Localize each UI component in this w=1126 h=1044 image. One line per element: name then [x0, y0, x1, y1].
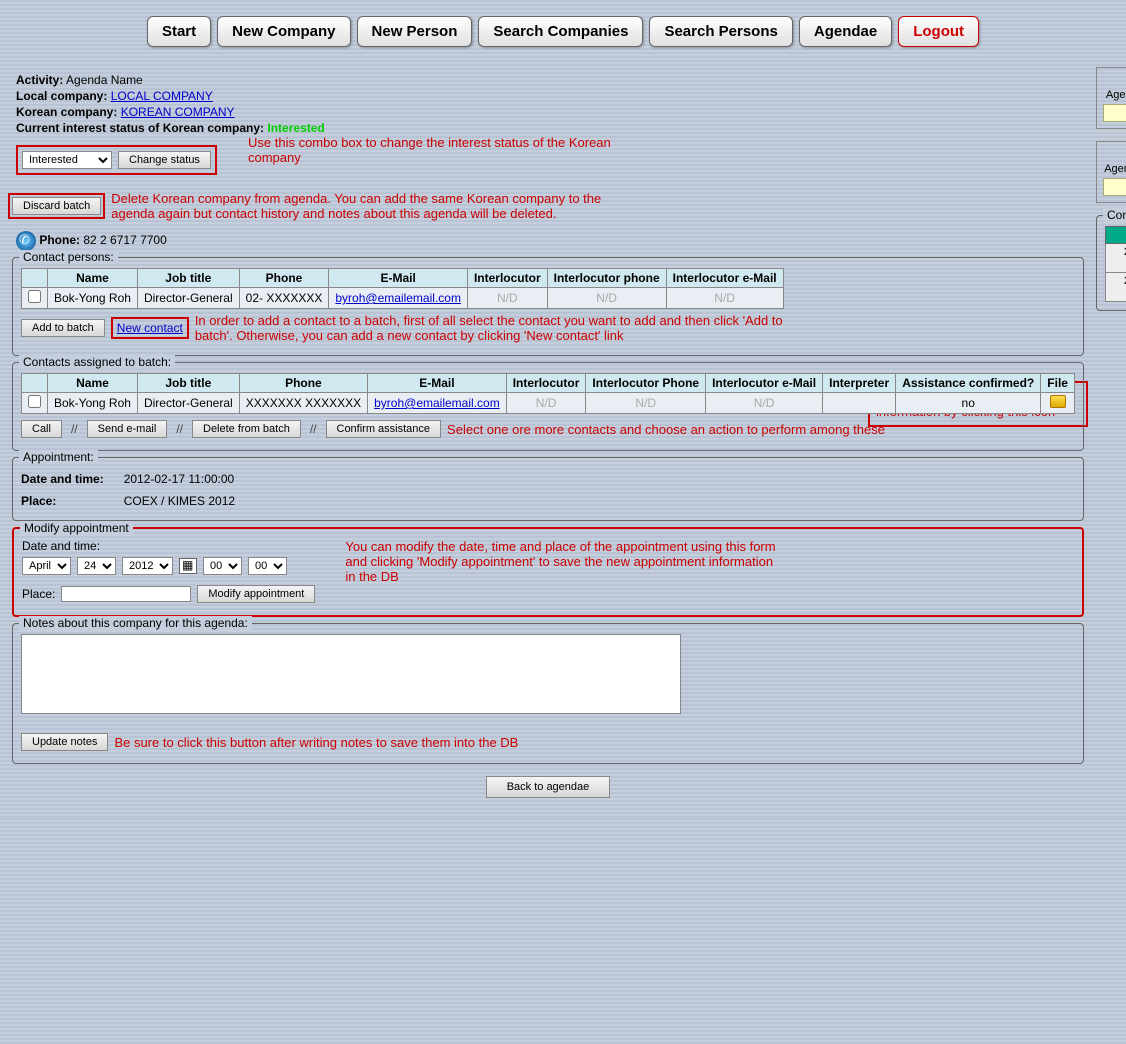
table-header-row: NameJob title PhoneE-Mail InterlocutorIn… [22, 269, 784, 288]
call-button[interactable]: Call [21, 420, 62, 438]
korean-company-link[interactable]: KOREAN COMPANY [121, 105, 235, 119]
appointment-panel: Appointment: Date and time: 2012-02-17 1… [12, 457, 1084, 521]
contacts-table: NameJob title PhoneE-Mail InterlocutorIn… [21, 268, 784, 309]
add-to-batch-button[interactable]: Add to batch [21, 319, 105, 337]
local-company-label: Local company: [16, 89, 107, 103]
status-value: Interested [267, 121, 324, 135]
start-button[interactable]: Start [147, 16, 211, 47]
phone-icon [16, 231, 36, 251]
batch-table: NameJob title PhoneE-Mail InterlocutorIn… [21, 373, 1075, 414]
search-companies-button[interactable]: Search Companies [478, 16, 643, 47]
modify-appointment-button[interactable]: Modify appointment [197, 585, 315, 603]
search-persons-button[interactable]: Search Persons [649, 16, 792, 47]
notes-note: Be sure to click this button after writi… [114, 735, 518, 750]
back-to-agendae-button[interactable]: Back to agendae [486, 776, 611, 798]
phone-label: Phone: [39, 233, 80, 247]
history-title: Contact History: [1103, 208, 1126, 222]
phone-value: 82 2 6717 7700 [83, 233, 166, 247]
contact-email-link[interactable]: byroh@emailemail.com [335, 291, 461, 305]
table-row: Bok-Yong RohDirector-General 02- XXXXXXX… [22, 288, 784, 309]
minute-select[interactable]: 00 [248, 557, 287, 575]
contact-persons-title: Contact persons: [19, 250, 118, 264]
history-table: DateUser ContactType 2012-01-17 08:54:18… [1105, 226, 1126, 302]
batch-actions-note: Select one ore more contacts and choose … [447, 422, 885, 437]
korean-company-label: Korean company: [16, 105, 117, 119]
update-notes-button[interactable]: Update notes [21, 733, 108, 751]
batch-checkbox[interactable] [28, 395, 41, 408]
agendae-button[interactable]: Agendae [799, 16, 892, 47]
activity-value: Agenda Name [66, 73, 143, 87]
table-header-row: NameJob title PhoneE-Mail InterlocutorIn… [22, 374, 1075, 393]
agenda-name-link[interactable]: Agenda name [1103, 104, 1126, 122]
confirm-assistance-button[interactable]: Confirm assistance [326, 420, 442, 438]
contact-history-panel: Contact History: DateUser ContactType 20… [1096, 215, 1126, 311]
modify-dt-label: Date and time: [22, 539, 315, 553]
new-company-button[interactable]: New Company [217, 16, 350, 47]
appt-place-value: COEX / KIMES 2012 [124, 490, 235, 512]
local-company-link[interactable]: LOCAL COMPANY [111, 89, 213, 103]
folder-icon[interactable] [1050, 395, 1066, 408]
notes-textarea[interactable] [21, 634, 681, 714]
contact-checkbox[interactable] [28, 290, 41, 303]
modify-place-label: Place: [22, 587, 55, 601]
year-select[interactable]: 2012 [122, 557, 173, 575]
send-email-button[interactable]: Send e-mail [87, 420, 168, 438]
modify-title: Modify appointment [20, 521, 133, 535]
table-header-row: DateUser ContactType [1106, 227, 1126, 244]
place-input[interactable] [61, 586, 191, 602]
status-note: Use this combo box to change the interes… [248, 135, 648, 165]
appointment-title: Appointment: [19, 450, 98, 464]
main-toolbar: Start New Company New Person Search Comp… [8, 8, 1118, 67]
oncovision-panel: Agendas in which ONCOVISION has particip… [1096, 67, 1126, 129]
agenda-name-link[interactable]: Agenda name [1103, 178, 1126, 196]
modify-appointment-panel: Modify appointment Date and time: April … [12, 527, 1084, 617]
hour-select[interactable]: 00 [203, 557, 242, 575]
appt-dt-label: Date and time: [21, 472, 104, 486]
day-select[interactable]: 24 [77, 557, 116, 575]
calendar-icon[interactable] [179, 558, 197, 574]
contact-persons-panel: Contact persons: NameJob title PhoneE-Ma… [12, 257, 1084, 356]
table-row: 2012-01-17 08:54:18jlee Bok-Yong Roh@ [1106, 244, 1126, 273]
month-select[interactable]: April [22, 557, 71, 575]
change-status-button[interactable]: Change status [118, 151, 211, 169]
evemedical-panel: Agendas in which EVE MEDICAL has partici… [1096, 141, 1126, 203]
table-row: Bok-Yong RohDirector-General XXXXXXX XXX… [22, 393, 1075, 414]
new-contact-link[interactable]: New contact [111, 317, 189, 339]
new-person-button[interactable]: New Person [357, 16, 473, 47]
table-row: 2012-01-18 13:18:31jlee Bok-Yong Roh@ [1106, 273, 1126, 302]
status-label: Current interest status of Korean compan… [16, 121, 264, 135]
batch-panel: Contacts assigned to batch: NameJob titl… [12, 362, 1084, 451]
discard-batch-button[interactable]: Discard batch [12, 197, 101, 215]
logout-button[interactable]: Logout [898, 16, 979, 47]
add-batch-note: In order to add a contact to a batch, fi… [195, 313, 795, 343]
modify-note: You can modify the date, time and place … [345, 539, 785, 607]
notes-panel: Notes about this company for this agenda… [12, 623, 1084, 764]
batch-email-link[interactable]: byroh@emailemail.com [374, 396, 500, 410]
appt-place-label: Place: [21, 494, 56, 508]
info-block: Activity: Agenda Name Local company: LOC… [8, 67, 1088, 141]
discard-note: Delete Korean company from agenda. You c… [111, 191, 611, 221]
appt-dt-value: 2012-02-17 11:00:00 [124, 468, 235, 490]
status-select[interactable]: Interested [22, 151, 112, 169]
activity-label: Activity: [16, 73, 63, 87]
delete-from-batch-button[interactable]: Delete from batch [192, 420, 301, 438]
batch-title: Contacts assigned to batch: [19, 355, 175, 369]
notes-title: Notes about this company for this agenda… [19, 616, 252, 630]
